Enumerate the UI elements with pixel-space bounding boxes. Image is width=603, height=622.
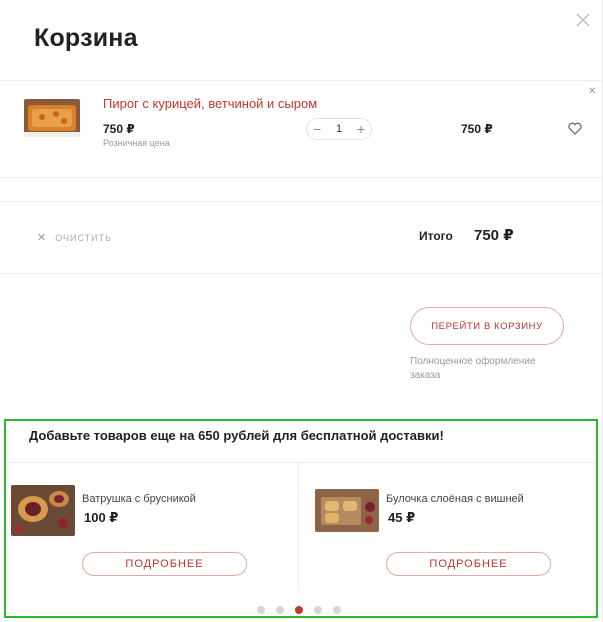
product-price: 750 ₽: [103, 122, 135, 136]
product-name[interactable]: Булочка слоёная с вишней: [386, 493, 524, 505]
modal-title: Корзина: [34, 24, 138, 52]
divider: [0, 80, 603, 81]
product-image[interactable]: [315, 489, 379, 532]
divider: [0, 201, 603, 202]
pagination-dot[interactable]: [314, 606, 322, 614]
carousel-pagination: [257, 606, 341, 614]
total-value: 750 ₽: [474, 227, 514, 244]
product-name[interactable]: Ватрушка с брусникой: [82, 493, 196, 505]
pagination-dot[interactable]: [257, 606, 265, 614]
cart-modal: Корзина Пирог с курицей, ветчиной и сыро…: [0, 0, 603, 622]
product-image[interactable]: [11, 485, 75, 536]
checkout-note: Полноценное оформление заказа: [410, 356, 536, 381]
quantity-value[interactable]: 1: [336, 123, 342, 135]
pagination-dot[interactable]: [295, 606, 303, 614]
details-button[interactable]: ПОДРОБНЕЕ: [82, 552, 247, 576]
product-image[interactable]: [24, 99, 80, 137]
close-icon[interactable]: [574, 11, 592, 29]
minus-icon[interactable]: −: [313, 122, 321, 136]
divider: [0, 273, 603, 274]
product-price: 45 ₽: [388, 510, 416, 525]
go-to-cart-button[interactable]: ПЕРЕЙТИ В КОРЗИНУ: [410, 307, 564, 345]
heart-icon[interactable]: [568, 122, 582, 135]
details-button[interactable]: ПОДРОБНЕЕ: [386, 552, 551, 576]
price-note: Розничная цена: [103, 138, 170, 148]
clear-cart-label: очистить: [55, 232, 113, 243]
divider: [0, 177, 603, 178]
close-icon: ✕: [37, 232, 47, 244]
product-price: 100 ₽: [84, 510, 119, 525]
remove-icon[interactable]: ✕: [588, 86, 596, 97]
plus-icon[interactable]: +: [357, 122, 365, 136]
item-total: 750 ₽: [461, 122, 493, 136]
free-delivery-title: Добавьте товаров еще на 650 рублей для б…: [29, 428, 444, 443]
total-label: Итого: [419, 229, 453, 243]
clear-cart-button[interactable]: ✕ очистить: [37, 231, 112, 244]
quantity-stepper: − 1 +: [306, 118, 372, 140]
product-name[interactable]: Пирог с курицей, ветчиной и сыром: [103, 96, 317, 111]
divider: [298, 463, 299, 589]
pagination-dot[interactable]: [333, 606, 341, 614]
divider: [6, 462, 596, 463]
pagination-dot[interactable]: [276, 606, 284, 614]
